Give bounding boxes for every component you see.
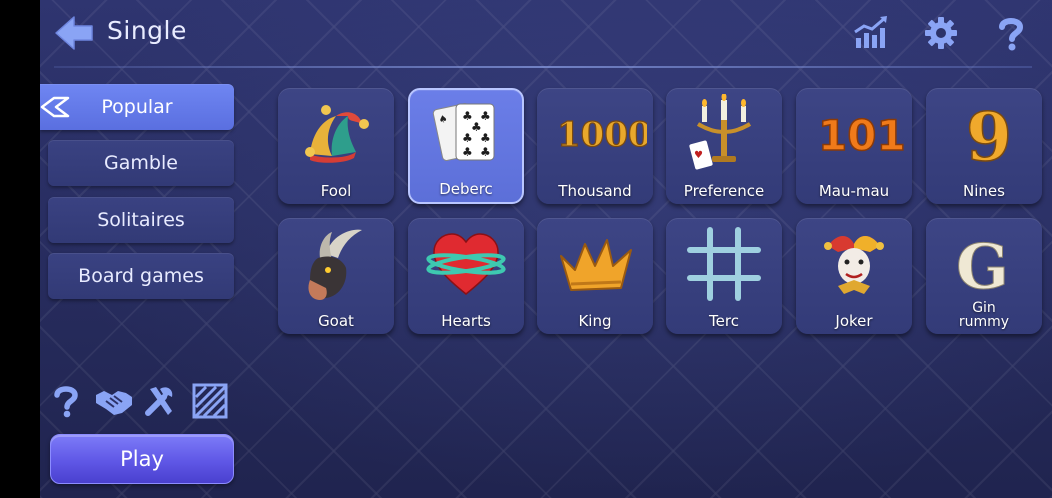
category-solitaires[interactable]: Solitaires: [48, 197, 234, 243]
help-icon[interactable]: [48, 383, 84, 419]
category-label: Popular: [101, 96, 173, 118]
game-label: Joker: [835, 312, 873, 330]
svg-text:♣: ♣: [462, 145, 473, 159]
svg-text:♣: ♣: [480, 145, 491, 159]
game-tile-hearts[interactable]: Hearts: [408, 218, 524, 334]
svg-text:♣: ♣: [462, 131, 473, 145]
maumau-art-text: 101: [818, 111, 904, 160]
handshake-icon[interactable]: [94, 383, 132, 419]
game-label: Preference: [683, 182, 765, 200]
category-board-games[interactable]: Board games: [48, 253, 234, 299]
playing-cards-icon: ♠ ♣ ♣ ♣ ♣ ♣ ♣ ♣: [432, 103, 495, 161]
category-gamble[interactable]: Gamble: [48, 140, 234, 186]
game-tile-goat[interactable]: Goat: [278, 218, 394, 334]
game-label: Deberc: [439, 180, 493, 198]
game-tile-mau-mau[interactable]: 101 Mau-mau: [796, 88, 912, 204]
category-popular[interactable]: Popular: [40, 84, 234, 130]
thousand-art-text: 1000: [557, 115, 647, 155]
jester-hat-icon: [305, 105, 369, 163]
heart-icon: [426, 233, 506, 295]
game-tile-thousand[interactable]: 1000 Thousand: [537, 88, 653, 204]
settings-gear-icon[interactable]: [922, 14, 960, 52]
game-label: Fool: [320, 182, 352, 200]
number-9-icon: 9: [965, 97, 1012, 174]
number-101-icon: 101: [817, 110, 904, 161]
game-tile-joker[interactable]: Joker: [796, 218, 912, 334]
game-label: Terc: [709, 312, 739, 330]
goat-icon: [308, 229, 362, 300]
candelabra-icon: ♥: [689, 94, 752, 170]
number-1000-icon: 1000: [556, 114, 647, 155]
svg-text:♥: ♥: [694, 150, 703, 161]
svg-text:♣: ♣: [480, 131, 491, 145]
device-bezel: [0, 0, 40, 498]
category-label: Solitaires: [97, 209, 185, 231]
tools-icon[interactable]: [142, 383, 178, 419]
letter-g-icon: G: [956, 230, 1010, 304]
header-divider: [54, 66, 1032, 68]
game-tile-gin-rummy[interactable]: G Gin rummy: [926, 218, 1042, 334]
pattern-icon[interactable]: [192, 383, 228, 419]
crown-icon: [560, 239, 632, 291]
game-tile-preference[interactable]: ♥ Preference: [666, 88, 782, 204]
game-label: King: [578, 312, 612, 330]
category-label: Gamble: [104, 152, 178, 174]
selected-arrow-icon: [40, 96, 70, 118]
nines-art-text: 9: [966, 98, 1012, 174]
game-label: Nines: [963, 182, 1005, 200]
game-label-line: rummy: [958, 314, 1010, 330]
play-button[interactable]: Play: [50, 434, 234, 484]
gin-art-text: G: [956, 230, 1009, 303]
game-tile-deberc[interactable]: ♠ ♣ ♣ ♣ ♣ ♣ ♣ ♣ Deberc: [408, 88, 524, 204]
hash-grid-icon: [687, 227, 761, 301]
statistics-icon[interactable]: [852, 14, 890, 52]
app-screen: Single Popular Gamble Solitaires Board g…: [40, 0, 1052, 498]
game-label: Thousand: [558, 182, 632, 200]
top-bar: Single: [40, 0, 1052, 68]
game-tile-fool[interactable]: Fool: [278, 88, 394, 204]
category-label: Board games: [78, 265, 204, 287]
game-label: Gin rummy: [926, 301, 1042, 329]
help-icon[interactable]: [992, 14, 1030, 52]
game-label: Hearts: [441, 312, 491, 330]
game-tile-nines[interactable]: 9 Nines: [926, 88, 1042, 204]
back-arrow-icon[interactable]: [54, 14, 96, 52]
joker-icon: [824, 235, 884, 294]
game-label: Mau-mau: [818, 182, 890, 200]
game-tile-king[interactable]: King: [537, 218, 653, 334]
game-tile-terc[interactable]: Terc: [666, 218, 782, 334]
game-label: Goat: [318, 312, 354, 330]
page-title: Single: [107, 16, 187, 45]
